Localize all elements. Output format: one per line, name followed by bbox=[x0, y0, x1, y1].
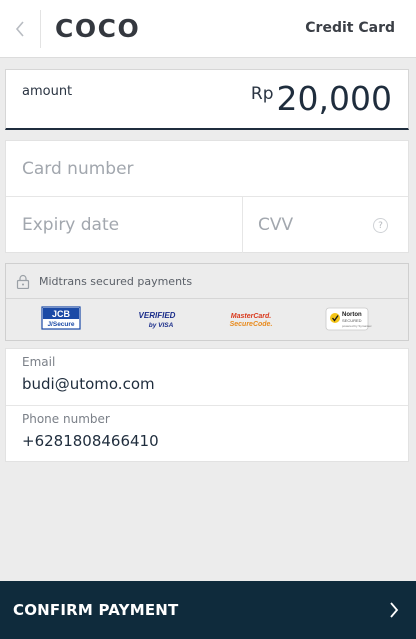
svg-text:JCB: JCB bbox=[52, 309, 71, 319]
svg-text:by VISA: by VISA bbox=[149, 322, 174, 329]
svg-text:J/Secure: J/Secure bbox=[47, 321, 74, 328]
secure-payments-text: Midtrans secured payments bbox=[39, 275, 193, 288]
email-field[interactable] bbox=[22, 373, 392, 395]
amount-label: amount bbox=[22, 84, 73, 99]
contact-details-panel: Email Phone number bbox=[5, 348, 409, 462]
header-divider bbox=[40, 10, 41, 48]
chevron-right-icon bbox=[390, 602, 399, 618]
cvv-input[interactable] bbox=[258, 212, 368, 238]
email-label: Email bbox=[22, 355, 56, 369]
payment-method-title: Credit Card bbox=[305, 20, 395, 36]
norton-secured-logo: Norton SECURED powered by Symantec bbox=[325, 307, 372, 331]
svg-text:powered by Symantec: powered by Symantec bbox=[342, 324, 372, 328]
card-form: ? bbox=[5, 140, 409, 253]
card-number-input[interactable] bbox=[22, 156, 392, 182]
phone-field[interactable] bbox=[22, 430, 392, 452]
back-button[interactable] bbox=[0, 0, 40, 58]
svg-text:SecureCode.: SecureCode. bbox=[230, 321, 273, 328]
column-divider bbox=[242, 197, 243, 253]
verified-by-visa-logo: VERIFIED by VISA bbox=[139, 311, 176, 329]
amount-panel: amount Rp 20,000 bbox=[5, 69, 409, 130]
lock-icon bbox=[16, 274, 30, 289]
phone-label: Phone number bbox=[22, 412, 110, 426]
mastercard-securecode-logo: MasterCard. SecureCode. bbox=[230, 313, 273, 328]
svg-text:SECURED: SECURED bbox=[342, 318, 362, 323]
svg-text:MasterCard.: MasterCard. bbox=[231, 313, 272, 320]
chevron-left-icon bbox=[15, 21, 24, 37]
confirm-payment-button[interactable]: CONFIRM PAYMENT bbox=[0, 581, 416, 639]
contact-divider bbox=[6, 405, 408, 406]
header-bar: COCO Credit Card bbox=[0, 0, 416, 58]
row-divider bbox=[6, 196, 408, 197]
svg-text:VERIFIED: VERIFIED bbox=[139, 311, 176, 320]
merchant-name: COCO bbox=[55, 14, 141, 43]
amount-display: Rp 20,000 bbox=[251, 79, 392, 119]
security-logos: JCB J/Secure VERIFIED by VISA MasterCard… bbox=[41, 306, 372, 331]
question-mark-icon[interactable]: ? bbox=[373, 218, 388, 233]
secure-divider bbox=[6, 298, 408, 299]
currency-symbol: Rp bbox=[250, 84, 274, 104]
confirm-payment-label: CONFIRM PAYMENT bbox=[13, 601, 179, 619]
expiry-date-input[interactable] bbox=[22, 212, 232, 238]
amount-value: 20,000 bbox=[276, 79, 392, 118]
secure-payments-panel: Midtrans secured payments JCB J/Secure V… bbox=[5, 263, 409, 341]
jcb-jsecure-logo: JCB J/Secure bbox=[41, 306, 81, 330]
